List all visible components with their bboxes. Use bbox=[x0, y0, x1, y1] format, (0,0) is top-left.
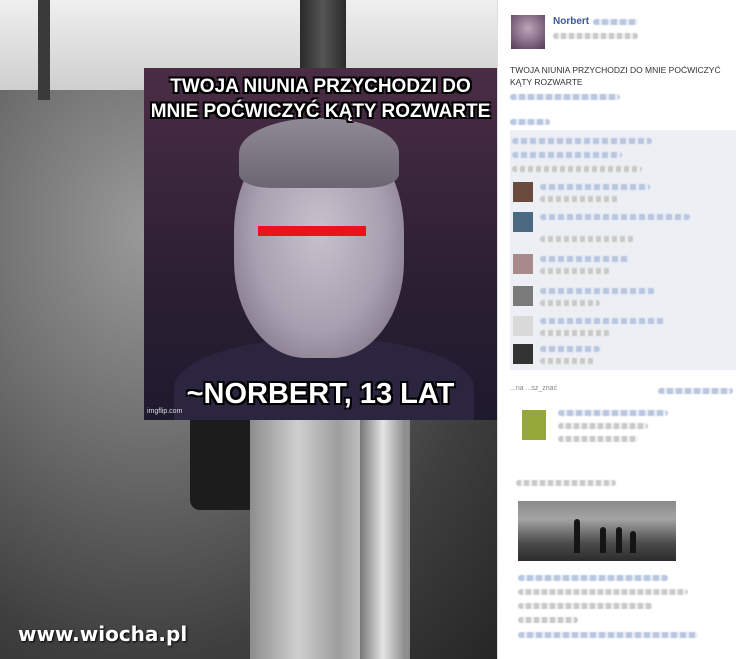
likes-blur[interactable] bbox=[510, 119, 550, 125]
meme-hair bbox=[239, 118, 399, 188]
comment-blur-16 bbox=[558, 410, 668, 416]
commenter-avatar[interactable] bbox=[513, 344, 533, 364]
comment-meta-blur bbox=[658, 388, 733, 394]
commenter-avatar[interactable] bbox=[513, 182, 533, 202]
comment-blur-13 bbox=[540, 330, 610, 336]
commenter-avatar[interactable] bbox=[513, 316, 533, 336]
shared-caption-blur-4 bbox=[518, 617, 578, 623]
photo-tree bbox=[300, 0, 346, 70]
comment-blur-8 bbox=[540, 256, 630, 262]
comment-blur-2 bbox=[512, 152, 622, 158]
commenter-avatar[interactable] bbox=[513, 212, 533, 232]
shared-caption-blur-2 bbox=[518, 589, 688, 595]
comment-blur-12 bbox=[540, 318, 665, 324]
shared-actions-blur[interactable] bbox=[518, 632, 698, 638]
author-name-blur bbox=[593, 19, 638, 25]
comment-blur-4 bbox=[540, 184, 650, 190]
timestamp-blur bbox=[553, 33, 638, 39]
meme-bottom-text: ~NORBERT, 13 LAT bbox=[186, 378, 455, 410]
author-avatar[interactable] bbox=[511, 15, 545, 49]
comment-blur-14 bbox=[540, 346, 600, 352]
comment-blur-11 bbox=[540, 300, 600, 306]
censor-bar bbox=[258, 226, 366, 236]
comment-blur-6 bbox=[540, 214, 690, 220]
comment-blur-18 bbox=[558, 436, 638, 442]
figure-silhouette bbox=[574, 519, 580, 553]
shared-photo-thumbnail[interactable] bbox=[518, 501, 676, 561]
photo-pole bbox=[38, 0, 50, 100]
meme-top-text: TWOJA NIUNIA PRZYCHODZI DO MNIE POĆWICZY… bbox=[150, 76, 491, 122]
post-actions-blur[interactable] bbox=[510, 94, 620, 100]
comment-section-label: ...na ...sz_znać bbox=[510, 385, 558, 392]
comment-blur-17 bbox=[558, 423, 648, 429]
shared-caption-blur-1 bbox=[518, 575, 668, 581]
figure-silhouette bbox=[630, 531, 636, 553]
meme-image: TWOJA NIUNIA PRZYCHODZI DO MNIE POĆWICZY… bbox=[144, 68, 497, 420]
comments-box bbox=[510, 130, 736, 370]
author-name[interactable]: Norbert bbox=[553, 16, 589, 27]
comment-blur-5 bbox=[540, 196, 620, 202]
figure-silhouette bbox=[616, 527, 622, 553]
comment-blur-10 bbox=[540, 288, 655, 294]
photo-bench-rail bbox=[360, 420, 406, 659]
commenter-avatar[interactable] bbox=[513, 286, 533, 306]
figure-silhouette bbox=[600, 527, 606, 553]
commenter-avatar[interactable] bbox=[513, 254, 533, 274]
comment-blur-3 bbox=[512, 166, 642, 172]
imgflip-mark: imgflip.com bbox=[147, 408, 183, 415]
social-post-panel: Norbert TWOJA NIUNIA PRZYCHODZI DO MNIE … bbox=[497, 0, 750, 659]
site-watermark: www.wiocha.pl bbox=[18, 622, 188, 646]
comment-blur-1 bbox=[512, 138, 652, 144]
divider-blur bbox=[516, 480, 616, 486]
comment-blur-7 bbox=[540, 236, 635, 242]
comment-blur-9 bbox=[540, 268, 610, 274]
commenter-avatar[interactable] bbox=[522, 410, 546, 440]
comment-blur-15 bbox=[540, 358, 595, 364]
post-text: TWOJA NIUNIA PRZYCHODZI DO MNIE POĆWICZY… bbox=[510, 65, 721, 87]
shared-caption-blur-3 bbox=[518, 603, 653, 609]
